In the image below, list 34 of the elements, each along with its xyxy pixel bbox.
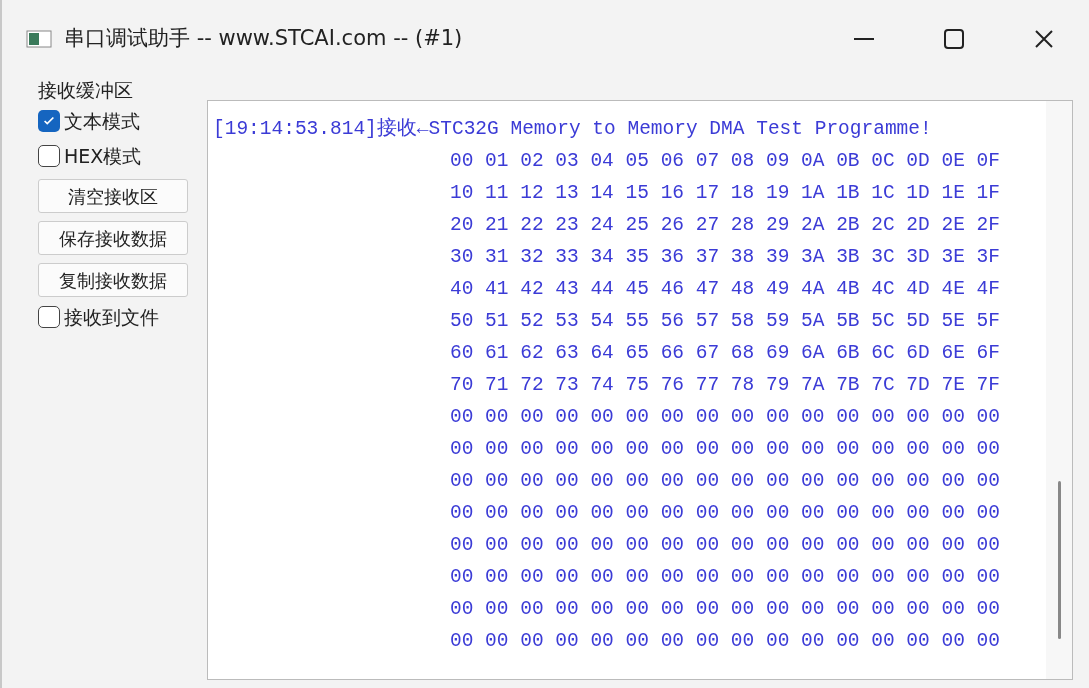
hex-data-line: 00 00 00 00 00 00 00 00 00 00 00 00 00 00 00 00 xyxy=(450,629,1000,654)
checkbox-label: 文本模式 xyxy=(64,108,140,134)
hex-data-line: 50 51 52 53 54 55 56 57 58 59 5A 5B 5C 5D 5E 5F xyxy=(450,309,1000,334)
hex-data-line: 70 71 72 73 74 75 76 77 78 79 7A 7B 7C 7D 7E 7F xyxy=(450,373,1000,398)
scrollbar-thumb[interactable] xyxy=(1057,481,1061,639)
hex-data-line: 20 21 22 23 24 25 26 27 28 29 2A 2B 2C 2D 2E 2F xyxy=(450,213,1000,238)
hex-data-line: 10 11 12 13 14 15 16 17 18 19 1A 1B 1C 1D 1E 1F xyxy=(450,181,1000,206)
checkbox[interactable] xyxy=(38,110,60,132)
action-button[interactable]: 复制接收数据 xyxy=(38,263,188,297)
minimize-icon xyxy=(854,38,874,40)
hex-data-line: 00 00 00 00 00 00 00 00 00 00 00 00 00 00 00 00 xyxy=(450,469,1000,494)
checkbox[interactable] xyxy=(38,145,60,167)
hex-data-line: 30 31 32 33 34 35 36 37 38 39 3A 3B 3C 3D 3E 3F xyxy=(450,245,1000,270)
panel-title: 接收缓冲区 xyxy=(38,78,134,103)
action-button[interactable]: 保存接收数据 xyxy=(38,221,188,255)
hex-data-line: 00 00 00 00 00 00 00 00 00 00 00 00 00 00 00 00 xyxy=(450,437,1000,462)
maximize-icon xyxy=(944,29,964,49)
check-icon xyxy=(42,114,56,128)
hex-data-line: 40 41 42 43 44 45 46 47 48 49 4A 4B 4C 4D 4E 4F xyxy=(450,277,1000,302)
hex-data-line: 00 01 02 03 04 05 06 07 08 09 0A 0B 0C 0D 0E 0F xyxy=(450,149,1000,174)
hex-data-line: 00 00 00 00 00 00 00 00 00 00 00 00 00 00 00 00 xyxy=(450,565,1000,590)
checkbox[interactable] xyxy=(38,306,60,328)
scrollbar[interactable] xyxy=(1046,101,1072,679)
hex-data-line: 00 00 00 00 00 00 00 00 00 00 00 00 00 00 00 00 xyxy=(450,405,1000,430)
hex-data-line: 00 00 00 00 00 00 00 00 00 00 00 00 00 00 00 00 xyxy=(450,597,1000,622)
checkbox-label: 接收到文件 xyxy=(64,304,159,330)
window-title: 串口调试助手 -- www.STCAI.com -- (#1) xyxy=(64,25,463,53)
hex-data-line: 00 00 00 00 00 00 00 00 00 00 00 00 00 00 00 00 xyxy=(450,533,1000,558)
action-button[interactable]: 清空接收区 xyxy=(38,179,188,213)
hex-data-line: 60 61 62 63 64 65 66 67 68 69 6A 6B 6C 6D 6E 6F xyxy=(450,341,1000,366)
checkbox-label: HEX模式 xyxy=(64,143,142,169)
close-icon xyxy=(1034,29,1054,49)
hex-data-line: 00 00 00 00 00 00 00 00 00 00 00 00 00 00 00 00 xyxy=(450,501,1000,526)
log-line: [19:14:53.814]接收←STC32G Memory to Memory DMA Test Programme! xyxy=(213,116,932,142)
